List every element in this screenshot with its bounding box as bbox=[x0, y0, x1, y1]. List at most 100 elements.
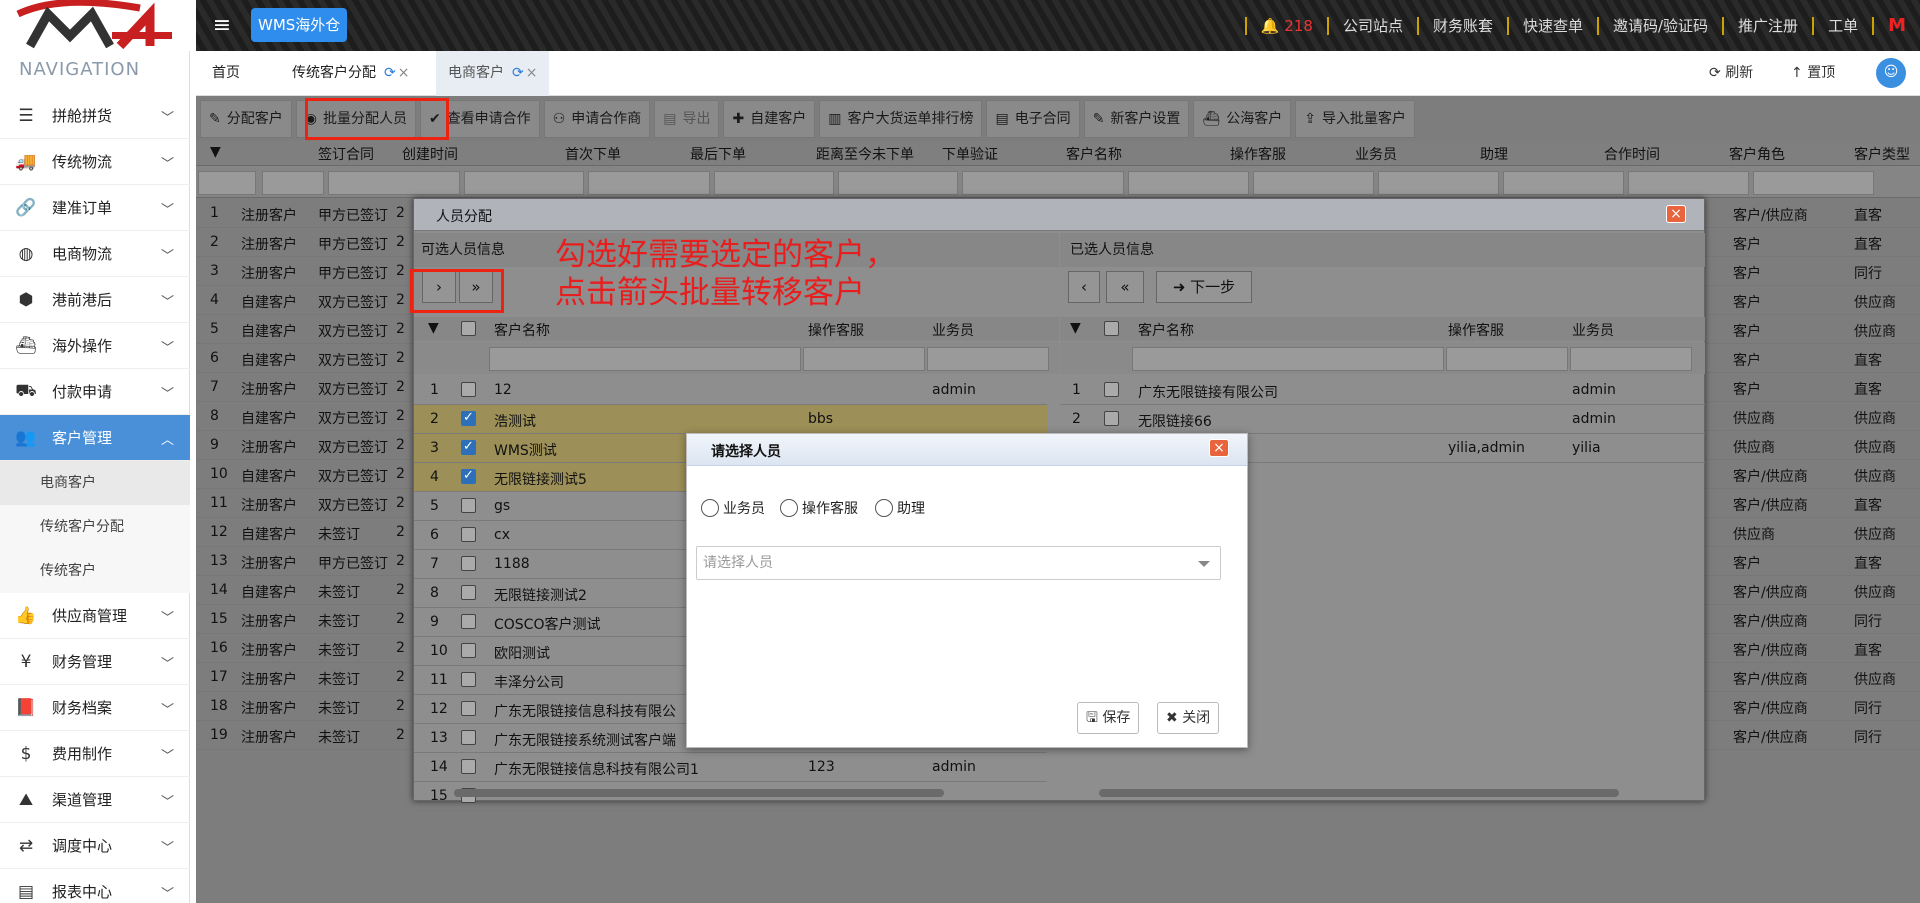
list-item[interactable]: 2 浩测试 bbs bbox=[414, 405, 1047, 434]
right-scrollbar[interactable] bbox=[1099, 789, 1619, 797]
filter-input[interactable] bbox=[198, 171, 256, 195]
filter-input[interactable] bbox=[1132, 347, 1444, 371]
sidebar-item[interactable]: ◍ 电商物流 ﹀ bbox=[0, 231, 190, 277]
toolbar-button[interactable]: ✎ 分配客户 bbox=[200, 100, 292, 138]
row-checkbox[interactable] bbox=[461, 527, 476, 542]
filter-input[interactable] bbox=[1378, 171, 1499, 195]
toplink-finance-books[interactable]: 财务账套 bbox=[1416, 16, 1507, 35]
toplink-invite-code[interactable]: 邀请码/验证码 bbox=[1596, 16, 1722, 35]
sidebar-subitem[interactable]: 电商客户 bbox=[0, 461, 190, 505]
grid-header-cell[interactable]: 操作客服 bbox=[1230, 144, 1286, 164]
close-icon[interactable]: × bbox=[526, 65, 538, 81]
grid-header-cell[interactable]: 首次下单 bbox=[565, 144, 621, 164]
select-dialog-close-icon[interactable]: × bbox=[1209, 439, 1229, 457]
remove-all-button[interactable]: « bbox=[1106, 271, 1144, 303]
grid-header-cell[interactable]: 距离至今未下单 bbox=[816, 144, 914, 164]
select-all-checkbox[interactable] bbox=[461, 321, 476, 336]
sidebar-item[interactable]: 👥 客户管理 ︿ bbox=[0, 415, 190, 461]
toolbar-button[interactable]: ✎ 新客户设置 bbox=[1083, 100, 1190, 138]
sidebar-item[interactable]: ⛴ 海外操作 ﹀ bbox=[0, 323, 190, 369]
list-item[interactable]: 14 广东无限链接信息科技有限公司1 123 admin bbox=[414, 753, 1047, 782]
sidebar-item[interactable]: ⛟ 付款申请 ﹀ bbox=[0, 369, 190, 415]
tab-home[interactable]: 首页 bbox=[200, 51, 252, 96]
sidebar-item[interactable]: ⛰ 渠道管理 ﹀ bbox=[0, 777, 190, 823]
row-checkbox[interactable] bbox=[1104, 382, 1119, 397]
filter-input[interactable] bbox=[1128, 171, 1249, 195]
sidebar-item[interactable]: $ 费用制作 ﹀ bbox=[0, 731, 190, 777]
toolbar-button[interactable]: ⇪ 导入批量客户 bbox=[1295, 100, 1415, 138]
filter-input[interactable] bbox=[1253, 171, 1374, 195]
toolbar-button[interactable]: ⛴ 公海客户 bbox=[1193, 100, 1292, 138]
filter-input[interactable] bbox=[1446, 347, 1568, 371]
row-checkbox[interactable] bbox=[461, 759, 476, 774]
tab-ecommerce-customers[interactable]: 电商客户 ⟳ × bbox=[436, 51, 550, 96]
radio-sales[interactable]: 业务员 bbox=[701, 497, 765, 519]
next-step-button[interactable]: ➜ 下一步 bbox=[1156, 271, 1252, 303]
toplink-company-site[interactable]: 公司站点 bbox=[1326, 16, 1417, 35]
sidebar-item[interactable]: ⬢ 港前港后 ﹀ bbox=[0, 277, 190, 323]
row-checkbox[interactable] bbox=[461, 382, 476, 397]
toolbar-button[interactable]: ▥ 客户大货运单排行榜 bbox=[819, 100, 983, 138]
list-item[interactable]: 1 12 admin bbox=[414, 376, 1047, 405]
grid-header-cell[interactable]: 最后下单 bbox=[690, 144, 746, 164]
filter-input[interactable] bbox=[489, 347, 801, 371]
toolbar-button[interactable]: ✚ 自建客户 bbox=[723, 100, 816, 138]
row-checkbox[interactable] bbox=[1104, 411, 1119, 426]
notification-bell[interactable]: 🔔 218 bbox=[1244, 16, 1327, 35]
toplink-quick-search[interactable]: 快速查单 bbox=[1506, 16, 1597, 35]
menu-toggle-icon[interactable]: ≡ bbox=[205, 9, 239, 43]
toolbar-button[interactable]: ⚇ 申请合作商 bbox=[543, 100, 651, 138]
filter-input[interactable] bbox=[262, 171, 324, 195]
select-all-checkbox[interactable] bbox=[1104, 321, 1119, 336]
row-checkbox[interactable] bbox=[461, 672, 476, 687]
row-checkbox[interactable] bbox=[461, 730, 476, 745]
toplink-promo-register[interactable]: 推广注册 bbox=[1722, 16, 1812, 35]
grid-header-cell[interactable]: 签订合同 bbox=[318, 144, 374, 164]
row-checkbox[interactable] bbox=[461, 556, 476, 571]
grid-header-cell[interactable]: 助理 bbox=[1480, 144, 1508, 164]
toolbar-button[interactable]: ▤ 电子合同 bbox=[986, 100, 1080, 138]
row-checkbox[interactable] bbox=[461, 468, 476, 484]
dialog-close-icon[interactable]: × bbox=[1666, 205, 1686, 223]
chat-bot-icon[interactable]: ☺ bbox=[1876, 58, 1906, 88]
refresh-button[interactable]: ⟳ 刷新 bbox=[1709, 59, 1753, 87]
person-select[interactable]: 请选择人员 bbox=[696, 546, 1221, 580]
filter-input[interactable] bbox=[714, 171, 834, 195]
filter-input[interactable] bbox=[1570, 347, 1692, 371]
filter-input[interactable] bbox=[588, 171, 710, 195]
sidebar-subitem[interactable]: 传统客户分配 bbox=[0, 505, 190, 549]
sidebar-subitem[interactable]: 传统客户 bbox=[0, 549, 190, 593]
sidebar-item[interactable]: 📕 财务档案 ﹀ bbox=[0, 685, 190, 731]
left-scrollbar[interactable] bbox=[454, 789, 944, 797]
filter-input[interactable] bbox=[927, 347, 1049, 371]
grid-header-cell[interactable]: 合作时间 bbox=[1604, 144, 1660, 164]
filter-input[interactable] bbox=[464, 171, 584, 195]
row-checkbox[interactable] bbox=[461, 614, 476, 629]
row-checkbox[interactable] bbox=[461, 439, 476, 455]
filter-input[interactable] bbox=[1503, 171, 1624, 195]
radio-service[interactable]: 操作客服 bbox=[780, 497, 858, 519]
close-button[interactable]: ✖ 关闭 bbox=[1157, 702, 1220, 734]
refresh-icon[interactable]: ⟳ bbox=[512, 65, 524, 81]
sidebar-item[interactable]: ☰ 拼舱拼货 ﹀ bbox=[0, 93, 190, 139]
app-badge[interactable]: WMS海外仓 bbox=[251, 8, 348, 42]
tab-traditional-assign[interactable]: 传统客户分配 ⟳ × bbox=[280, 51, 421, 96]
grid-header-cell[interactable]: 客户角色 bbox=[1729, 144, 1785, 164]
sidebar-item[interactable]: ▤ 报表中心 ﹀ bbox=[0, 869, 190, 903]
sidebar-item[interactable]: 👍 供应商管理 ﹀ bbox=[0, 593, 190, 639]
sidebar-item[interactable]: 🔗 建准订单 ﹀ bbox=[0, 185, 190, 231]
grid-header-cell[interactable]: 客户类型 bbox=[1854, 144, 1910, 164]
filter-input[interactable] bbox=[1753, 171, 1874, 195]
filter-input[interactable] bbox=[803, 347, 925, 371]
toolbar-button[interactable]: ▤ 导出 bbox=[654, 100, 720, 138]
grid-header-cell[interactable]: 创建时间 bbox=[402, 144, 458, 164]
save-button[interactable]: 🖫 保存 bbox=[1077, 702, 1140, 734]
sidebar-item[interactable]: ⇄ 调度中心 ﹀ bbox=[0, 823, 190, 869]
row-checkbox[interactable] bbox=[461, 498, 476, 513]
list-item[interactable]: 1 广东无限链接有限公司 admin bbox=[1060, 376, 1705, 405]
filter-input[interactable] bbox=[962, 171, 1124, 195]
row-checkbox[interactable] bbox=[461, 585, 476, 600]
pin-top-button[interactable]: ↑ 置顶 bbox=[1791, 59, 1835, 87]
filter-input[interactable] bbox=[1628, 171, 1749, 195]
sidebar-item[interactable]: 🚚 传统物流 ﹀ bbox=[0, 139, 190, 185]
